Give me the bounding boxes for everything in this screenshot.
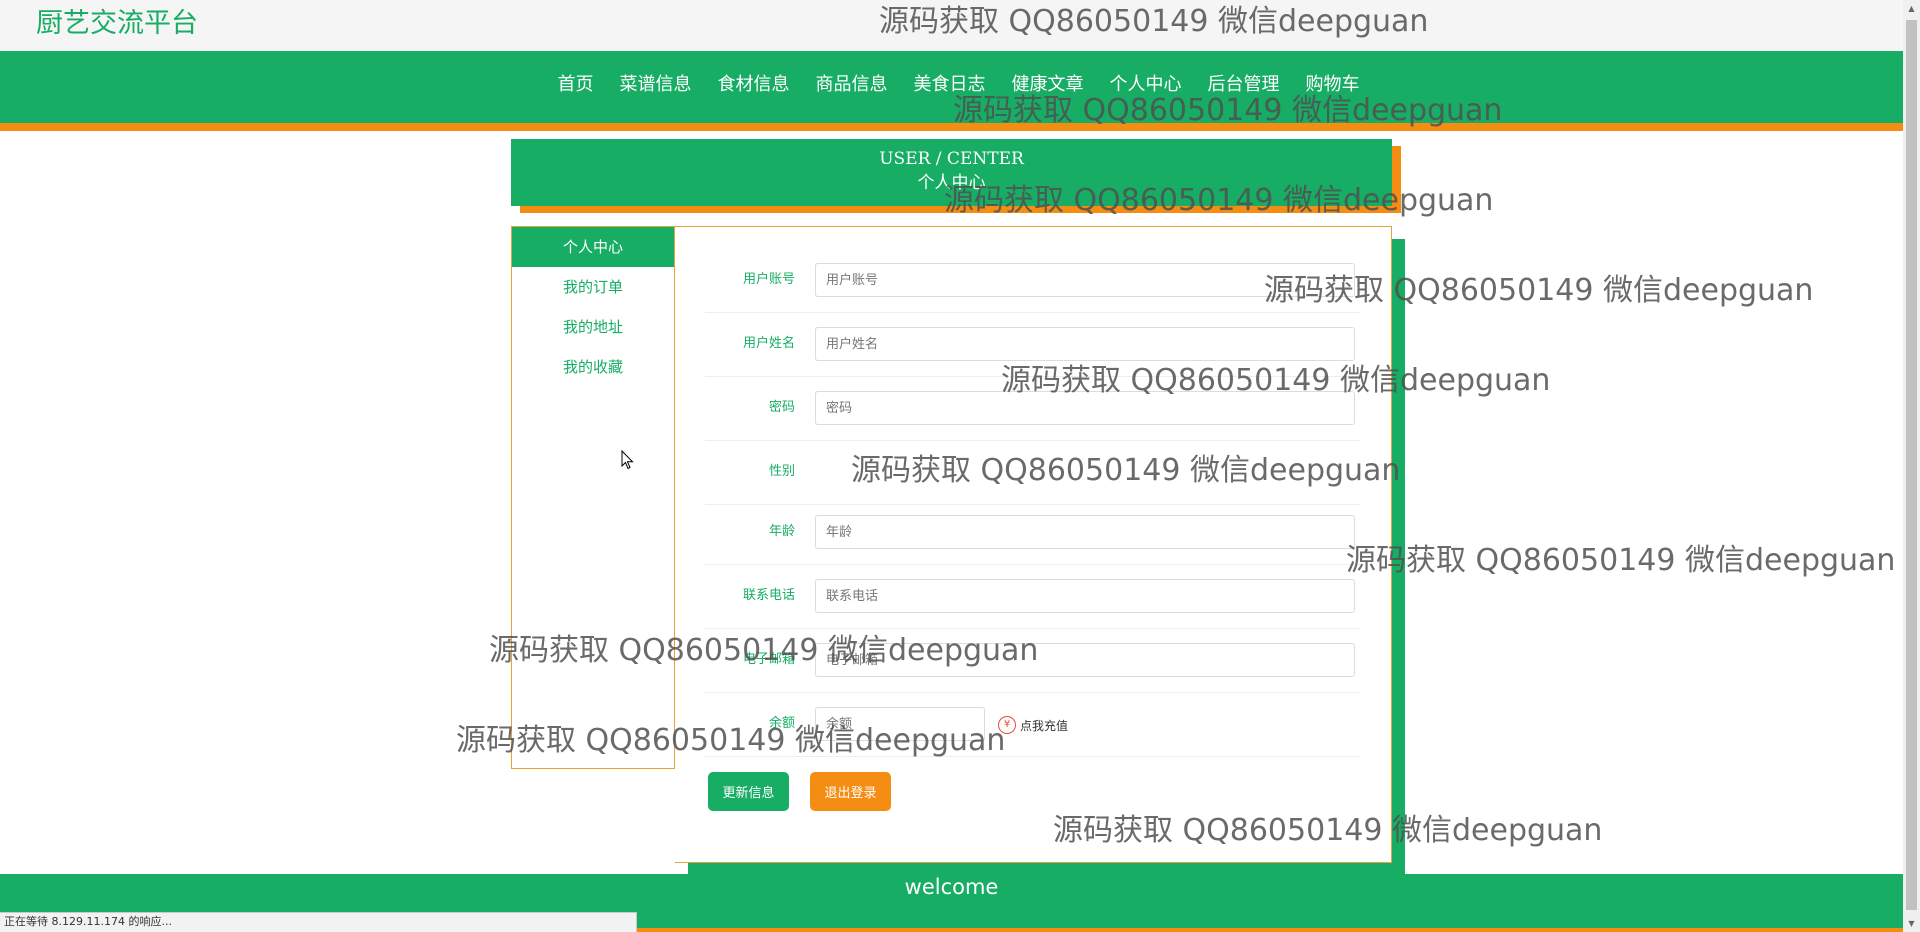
- gender-label: 性别: [768, 464, 795, 479]
- name-input[interactable]: [815, 327, 1355, 361]
- sidebar: 个人中心 我的订单 我的地址 我的收藏: [511, 226, 675, 769]
- vertical-scrollbar[interactable]: ▲ ▼: [1903, 0, 1920, 932]
- nav-item-health-articles[interactable]: 健康文章: [999, 51, 1097, 123]
- scroll-up-arrow-icon[interactable]: ▲: [1903, 0, 1920, 17]
- form-row-email: 电子邮箱: [705, 628, 1360, 693]
- scrollbar-thumb[interactable]: [1906, 20, 1917, 910]
- page-header: USER / CENTER 个人中心: [511, 139, 1392, 206]
- nav-item-admin[interactable]: 后台管理: [1195, 51, 1293, 123]
- age-input[interactable]: [815, 515, 1355, 549]
- page-header-cn: 个人中心: [917, 173, 986, 193]
- update-info-button[interactable]: 更新信息: [708, 772, 789, 811]
- form-row-account: 用户账号: [705, 248, 1360, 313]
- nav-item-recipes[interactable]: 菜谱信息: [607, 51, 705, 123]
- form-row-name: 用户姓名: [705, 312, 1360, 377]
- form-row-phone: 联系电话: [705, 564, 1360, 629]
- nav-item-products[interactable]: 商品信息: [803, 51, 901, 123]
- logout-button[interactable]: 退出登录: [810, 772, 891, 811]
- balance-input[interactable]: [815, 707, 985, 741]
- mouse-cursor-icon: [621, 450, 634, 470]
- account-label: 用户账号: [742, 272, 795, 287]
- account-input[interactable]: [815, 263, 1355, 297]
- watermark: 源码获取 QQ86050149 微信deepguan: [1346, 543, 1896, 578]
- balance-label: 余额: [768, 716, 795, 731]
- form-row-balance: 余额 ¥ 点我充值: [705, 692, 1360, 757]
- form-row-gender: 性别: [705, 440, 1360, 505]
- page-header-en: USER / CENTER: [879, 149, 1024, 169]
- top-bar: 厨艺交流平台: [0, 0, 1903, 51]
- nav-item-home[interactable]: 首页: [545, 51, 607, 123]
- footer-text: welcome: [904, 875, 999, 899]
- nav-item-food-log[interactable]: 美食日志: [901, 51, 999, 123]
- scroll-down-arrow-icon[interactable]: ▼: [1903, 915, 1920, 932]
- nav-item-ingredients[interactable]: 食材信息: [705, 51, 803, 123]
- recharge-label: 点我充值: [1020, 718, 1069, 733]
- phone-input[interactable]: [815, 579, 1355, 613]
- password-label: 密码: [768, 400, 795, 415]
- sidebar-item-my-favorites[interactable]: 我的收藏: [512, 347, 674, 387]
- yen-icon: ¥: [998, 716, 1016, 734]
- email-input[interactable]: [815, 643, 1355, 677]
- main-nav: 首页 菜谱信息 食材信息 商品信息 美食日志 健康文章 个人中心 后台管理 购物…: [0, 51, 1903, 131]
- password-input[interactable]: [815, 391, 1355, 425]
- sidebar-item-my-address[interactable]: 我的地址: [512, 307, 674, 347]
- nav-item-user-center[interactable]: 个人中心: [1097, 51, 1195, 123]
- name-label: 用户姓名: [742, 336, 795, 351]
- nav-items: 首页 菜谱信息 食材信息 商品信息 美食日志 健康文章 个人中心 后台管理 购物…: [0, 51, 1903, 123]
- recharge-link[interactable]: ¥ 点我充值: [998, 715, 1068, 735]
- form-row-age: 年龄: [705, 500, 1360, 565]
- age-label: 年龄: [768, 524, 795, 539]
- nav-item-cart[interactable]: 购物车: [1293, 51, 1373, 123]
- profile-form-panel: 用户账号 用户姓名 密码 性别 年龄 联系电话 电子邮箱 余额 ¥ 点我充值 更…: [675, 226, 1392, 863]
- sidebar-item-user-center[interactable]: 个人中心: [512, 227, 674, 267]
- phone-label: 联系电话: [742, 588, 795, 603]
- sidebar-item-my-orders[interactable]: 我的订单: [512, 267, 674, 307]
- form-row-password: 密码: [705, 376, 1360, 441]
- browser-status-bar: 正在等待 8.129.11.174 的响应...: [0, 912, 637, 932]
- site-title[interactable]: 厨艺交流平台: [36, 6, 198, 42]
- email-label: 电子邮箱: [742, 652, 795, 667]
